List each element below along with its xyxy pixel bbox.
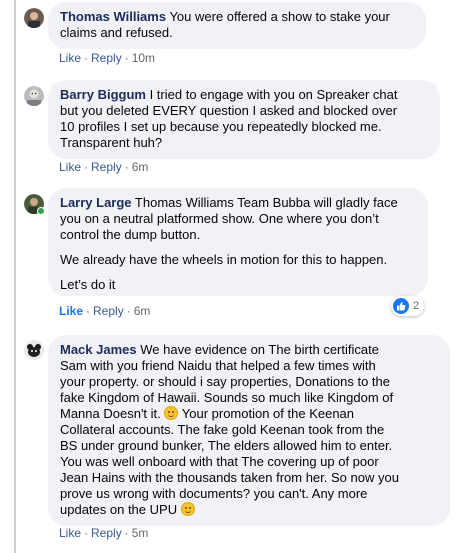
reaction-count: 2 [413,300,420,312]
like-link[interactable]: Like [59,304,83,318]
reaction-badge[interactable]: 2 [391,296,425,316]
smiley-emoji-icon [180,502,195,516]
avatar-mack-james[interactable] [24,340,44,360]
comment-text: Jean Hains with the thousands taken from… [60,470,399,485]
comment-author[interactable]: Barry Biggum [60,87,146,102]
comment-text: fake Kingdom of Hawaii. Sounds so much l… [60,390,394,405]
like-link[interactable]: Like [59,526,81,540]
like-reaction-icon [393,298,409,314]
comment-timestamp[interactable]: 6m [134,304,151,318]
comment-bubble: Thomas Williams You were offered a show … [48,2,426,49]
comment-actions: Like · Reply · 6m [59,160,149,174]
avatar-thomas-williams[interactable] [24,8,44,28]
like-link[interactable]: Like [59,160,81,174]
reply-link[interactable]: Reply [91,160,122,174]
comment-bubble: Barry Biggum I tried to engage with you … [48,80,440,159]
comment-actions: Like · Reply · 6m [59,304,151,318]
comment-text: You were offered a show to stake your [166,9,390,24]
reply-link[interactable]: Reply [93,304,124,318]
comment-text: control the dump button. [60,227,201,242]
comment-bubble: Larry Large Thomas Williams Team Bubba w… [48,188,428,296]
comment-text: Transparent huh? [60,135,163,150]
comment-author[interactable]: Mack James [60,342,137,357]
online-status-dot [37,207,45,215]
reply-link[interactable]: Reply [91,526,122,540]
comment-author[interactable]: Larry Large [60,195,132,210]
comment-text: Your promotion of the Keenan [178,406,355,421]
comment-text: claims and refused. [60,25,173,40]
comment-timestamp[interactable]: 10m [132,51,155,65]
comment-text: BS under ground bunker, The elders allow… [60,438,393,453]
smiley-emoji-icon [164,406,179,420]
comment-text: Manna Doesn't it. [60,406,165,421]
comment-text: 10 profiles I set up because you repeate… [60,119,382,134]
comment-timestamp[interactable]: 5m [132,526,149,540]
thread-line [14,0,16,553]
comment-text: but you deleted EVERY question I asked a… [60,103,398,118]
reply-link[interactable]: Reply [91,51,122,65]
comment-text: We have evidence on The birth certificat… [136,342,379,357]
comment-text: your property. or should i say propertie… [60,374,390,389]
comment-text: Thomas Williams Team Bubba will gladly f… [131,195,398,210]
comment-bubble: Mack James We have evidence on The birth… [48,335,450,526]
comment-text: You was well onboard with that The cover… [60,454,379,469]
comment-timestamp[interactable]: 6m [132,160,149,174]
comment-text: updates on the UPU [60,502,181,517]
comment-actions: Like · Reply · 10m [59,51,156,65]
comment-text: I tried to engage with you on Spreaker c… [145,87,398,102]
comment-text: Let’s do it [60,277,116,292]
like-link[interactable]: Like [59,51,81,65]
avatar-barry-biggum[interactable] [24,86,44,106]
comment-author[interactable]: Thomas Williams [60,9,166,24]
comment-text: Collateral accounts. The fake gold Keena… [60,422,385,437]
comment-text: you on a neutral platformed show. One wh… [60,211,379,226]
comment-text: prove us wrong with documents? you can't… [60,486,368,501]
comment-actions: Like · Reply · 5m [59,526,149,540]
comment-text: We already have the wheels in motion for… [60,252,388,267]
comment-text: Sam with you friend Naidu that helped a … [60,358,376,373]
